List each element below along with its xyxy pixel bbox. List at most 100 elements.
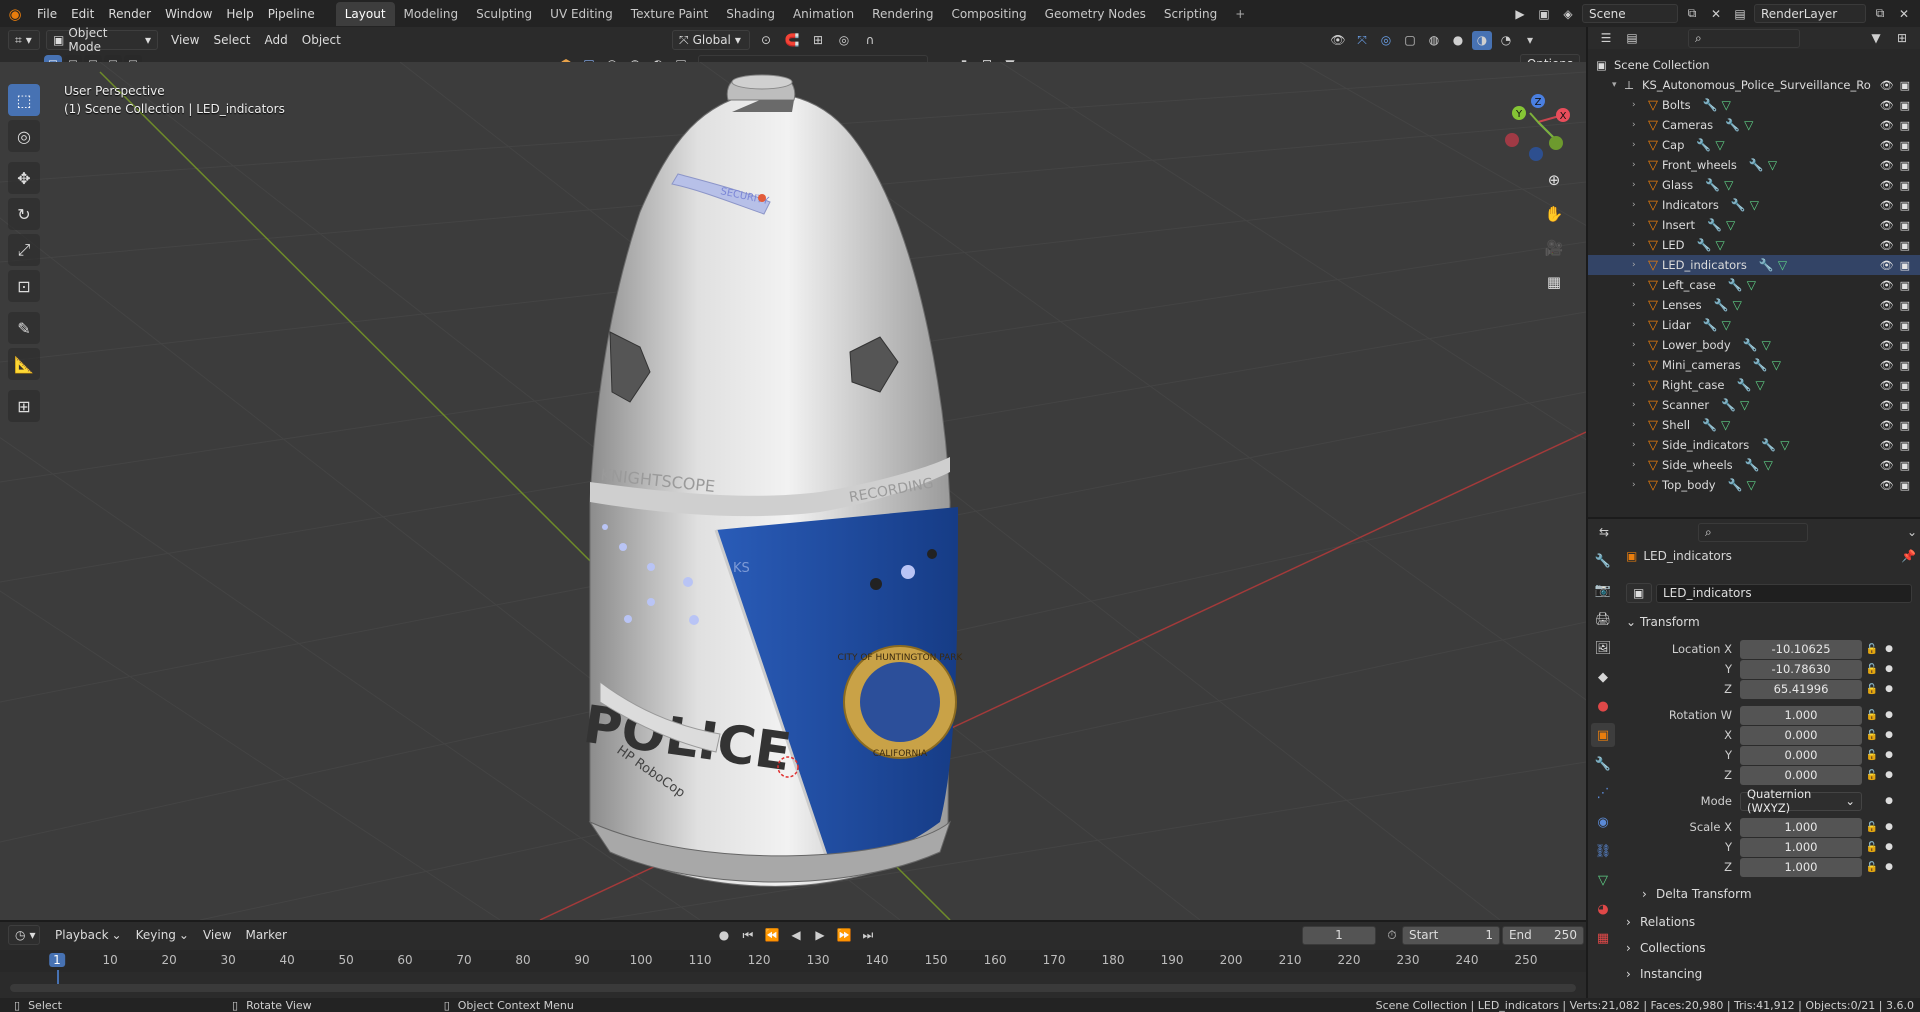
scale-x-field[interactable]: 1.000 xyxy=(1740,817,1862,837)
eye-icon[interactable]: 👁 xyxy=(1880,159,1894,172)
keyframe-dot-icon[interactable]: ● xyxy=(1882,730,1896,740)
particles-tab-icon[interactable]: ⋰ xyxy=(1591,781,1615,805)
rotation-x-field[interactable]: 0.000 xyxy=(1740,725,1862,745)
outliner-item[interactable]: › ▽ Glass 🔧 ▽ 👁 ▣ xyxy=(1588,175,1920,195)
record-icon[interactable]: ● xyxy=(714,926,734,945)
lock-icon[interactable]: 🔓 xyxy=(1862,862,1882,873)
camera-icon[interactable]: ▣ xyxy=(1900,359,1910,372)
expand-arrow-icon[interactable]: › xyxy=(1632,280,1644,290)
mesh-data-icon[interactable]: ▽ xyxy=(1764,458,1773,472)
modifier-icon[interactable]: 🔧 xyxy=(1703,318,1718,332)
expand-arrow-icon[interactable]: › xyxy=(1632,480,1644,490)
frame-ruler[interactable]: 1 10 20 30 40 50 60 70 80 90 100 110 120 130 140 150 160… xyxy=(0,950,1586,988)
expand-arrow-icon[interactable]: › xyxy=(1632,180,1644,190)
current-frame-field[interactable]: 1 xyxy=(1301,925,1376,945)
add-workspace-icon[interactable]: + xyxy=(1226,2,1254,26)
gizmo-toggle-icon[interactable]: ⤧ xyxy=(1352,31,1372,50)
outliner-item[interactable]: › ▽ Cap 🔧 ▽ 👁 ▣ xyxy=(1588,135,1920,155)
stopwatch-icon[interactable]: ⏱ xyxy=(1382,926,1402,945)
mesh-data-icon[interactable]: ▽ xyxy=(1747,278,1756,292)
output-tab-icon[interactable]: 🖨 xyxy=(1591,607,1615,631)
datablock-browse[interactable]: ▣ xyxy=(1626,583,1652,603)
lock-icon[interactable]: 🔓 xyxy=(1862,710,1882,721)
camera-icon[interactable]: ▣ xyxy=(1900,139,1910,152)
play-icon[interactable]: ▶ xyxy=(810,926,830,945)
view-layer-icon[interactable]: ▤ xyxy=(1730,4,1750,23)
zoom-icon[interactable]: ⊕ xyxy=(1540,166,1568,194)
eye-icon[interactable]: 👁 xyxy=(1880,99,1894,112)
eye-icon[interactable]: 👁 xyxy=(1880,219,1894,232)
modifier-icon[interactable]: 🔧 xyxy=(1728,278,1743,292)
rotate-tool-icon[interactable]: ↻ xyxy=(8,198,40,230)
outliner-item[interactable]: › ▽ Scanner 🔧 ▽ 👁 ▣ xyxy=(1588,395,1920,415)
falloff-icon[interactable]: ∩ xyxy=(860,31,880,50)
modifier-icon[interactable]: 🔧 xyxy=(1753,358,1768,372)
eye-icon[interactable]: 👁 xyxy=(1880,459,1894,472)
mesh-data-icon[interactable]: ▽ xyxy=(1715,238,1724,252)
workspace-tab-animation[interactable]: Animation xyxy=(784,2,863,26)
keyframe-dot-icon[interactable]: ● xyxy=(1882,862,1896,872)
constraints-tab-icon[interactable]: ⛓ xyxy=(1591,839,1615,863)
keyframe-dot-icon[interactable]: ● xyxy=(1882,684,1896,694)
transform-panel-header[interactable]: ⌄ Transform xyxy=(1626,611,1916,633)
outliner-item[interactable]: › ▽ Shell 🔧 ▽ 👁 ▣ xyxy=(1588,415,1920,435)
modifier-icon[interactable]: 🔧 xyxy=(1728,478,1743,492)
eye-icon[interactable]: 👁 xyxy=(1880,199,1894,212)
workspace-tab-compositing[interactable]: Compositing xyxy=(942,2,1035,26)
eye-icon[interactable]: 👁 xyxy=(1880,419,1894,432)
expand-arrow-icon[interactable]: › xyxy=(1632,360,1644,370)
keyframe-dot-icon[interactable]: ● xyxy=(1882,770,1896,780)
tool-tab-icon[interactable]: 🔧 xyxy=(1591,549,1615,573)
measure-tool-icon[interactable]: 📐 xyxy=(8,348,40,380)
mesh-data-icon[interactable]: ▽ xyxy=(1747,478,1756,492)
outliner-item[interactable]: › ▽ Side_indicators 🔧 ▽ 👁 ▣ xyxy=(1588,435,1920,455)
eye-icon[interactable]: 👁 xyxy=(1880,119,1894,132)
modifier-icon[interactable]: 🔧 xyxy=(1759,258,1774,272)
modifier-tab-icon[interactable]: 🔧 xyxy=(1591,752,1615,776)
modifier-icon[interactable]: 🔧 xyxy=(1725,118,1740,132)
expand-arrow-icon[interactable]: › xyxy=(1632,140,1644,150)
eye-icon[interactable]: 👁 xyxy=(1880,319,1894,332)
eye-icon[interactable]: 👁 xyxy=(1880,139,1894,152)
viewport-menu-object[interactable]: Object xyxy=(295,33,348,47)
workspace-tab-uv-editing[interactable]: UV Editing xyxy=(541,2,622,26)
render-icon[interactable]: ▶ xyxy=(1510,4,1530,23)
render-layer-field[interactable]: RenderLayer xyxy=(1754,4,1866,23)
blender-logo-icon[interactable]: ◉ xyxy=(0,0,30,27)
screen-icon[interactable]: ▣ xyxy=(1534,4,1554,23)
mode-dropdown[interactable]: ▣ Object Mode ▾ xyxy=(46,26,158,54)
camera-icon[interactable]: ▣ xyxy=(1900,479,1910,492)
camera-icon[interactable]: ▣ xyxy=(1900,239,1910,252)
eye-icon[interactable]: 👁 xyxy=(1880,279,1894,292)
eye-icon[interactable]: 👁 xyxy=(1880,399,1894,412)
camera-icon[interactable]: ▣ xyxy=(1900,319,1910,332)
material-shading-icon[interactable]: ◑ xyxy=(1472,30,1492,50)
eye-icon[interactable]: 👁 xyxy=(1880,239,1894,252)
outliner-item[interactable]: › ▽ LED 🔧 ▽ 👁 ▣ xyxy=(1588,235,1920,255)
eye-icon[interactable]: 👁 xyxy=(1880,79,1894,92)
outliner-item[interactable]: › ▽ Lower_body 🔧 ▽ 👁 ▣ xyxy=(1588,335,1920,355)
mesh-data-icon[interactable]: ▽ xyxy=(1740,398,1749,412)
camera-icon[interactable]: ▣ xyxy=(1900,159,1910,172)
scene-type-icon[interactable]: ◈ xyxy=(1558,4,1578,23)
properties-type-icon[interactable]: ⇆ xyxy=(1594,523,1614,542)
collections-panel[interactable]: › Collections xyxy=(1626,937,1916,959)
expand-arrow-icon[interactable]: › xyxy=(1632,200,1644,210)
workspace-tab-scripting[interactable]: Scripting xyxy=(1155,2,1226,26)
outliner-type-icon[interactable]: ☰ xyxy=(1596,29,1616,48)
outliner-search-input[interactable]: ⌕ xyxy=(1688,28,1800,48)
menu-render[interactable]: Render xyxy=(101,7,158,21)
move-tool-icon[interactable]: ✥ xyxy=(8,162,40,194)
modifier-icon[interactable]: 🔧 xyxy=(1761,438,1776,452)
outliner-item[interactable]: › ▽ Left_case 🔧 ▽ 👁 ▣ xyxy=(1588,275,1920,295)
timeline-scrollbar[interactable] xyxy=(10,984,1576,992)
scene-collection-row[interactable]: ▣ Scene Collection xyxy=(1588,55,1920,75)
workspace-tab-sculpting[interactable]: Sculpting xyxy=(467,2,541,26)
annotate-tool-icon[interactable]: ✎ xyxy=(8,312,40,344)
location-x-field[interactable]: -10.10625 xyxy=(1740,639,1862,659)
modifier-icon[interactable]: 🔧 xyxy=(1703,98,1718,112)
workspace-tab-rendering[interactable]: Rendering xyxy=(863,2,942,26)
transform-tool-icon[interactable]: ⊡ xyxy=(8,270,40,302)
shading-options-icon[interactable]: ▾ xyxy=(1520,31,1540,50)
lock-icon[interactable]: 🔓 xyxy=(1862,644,1882,655)
